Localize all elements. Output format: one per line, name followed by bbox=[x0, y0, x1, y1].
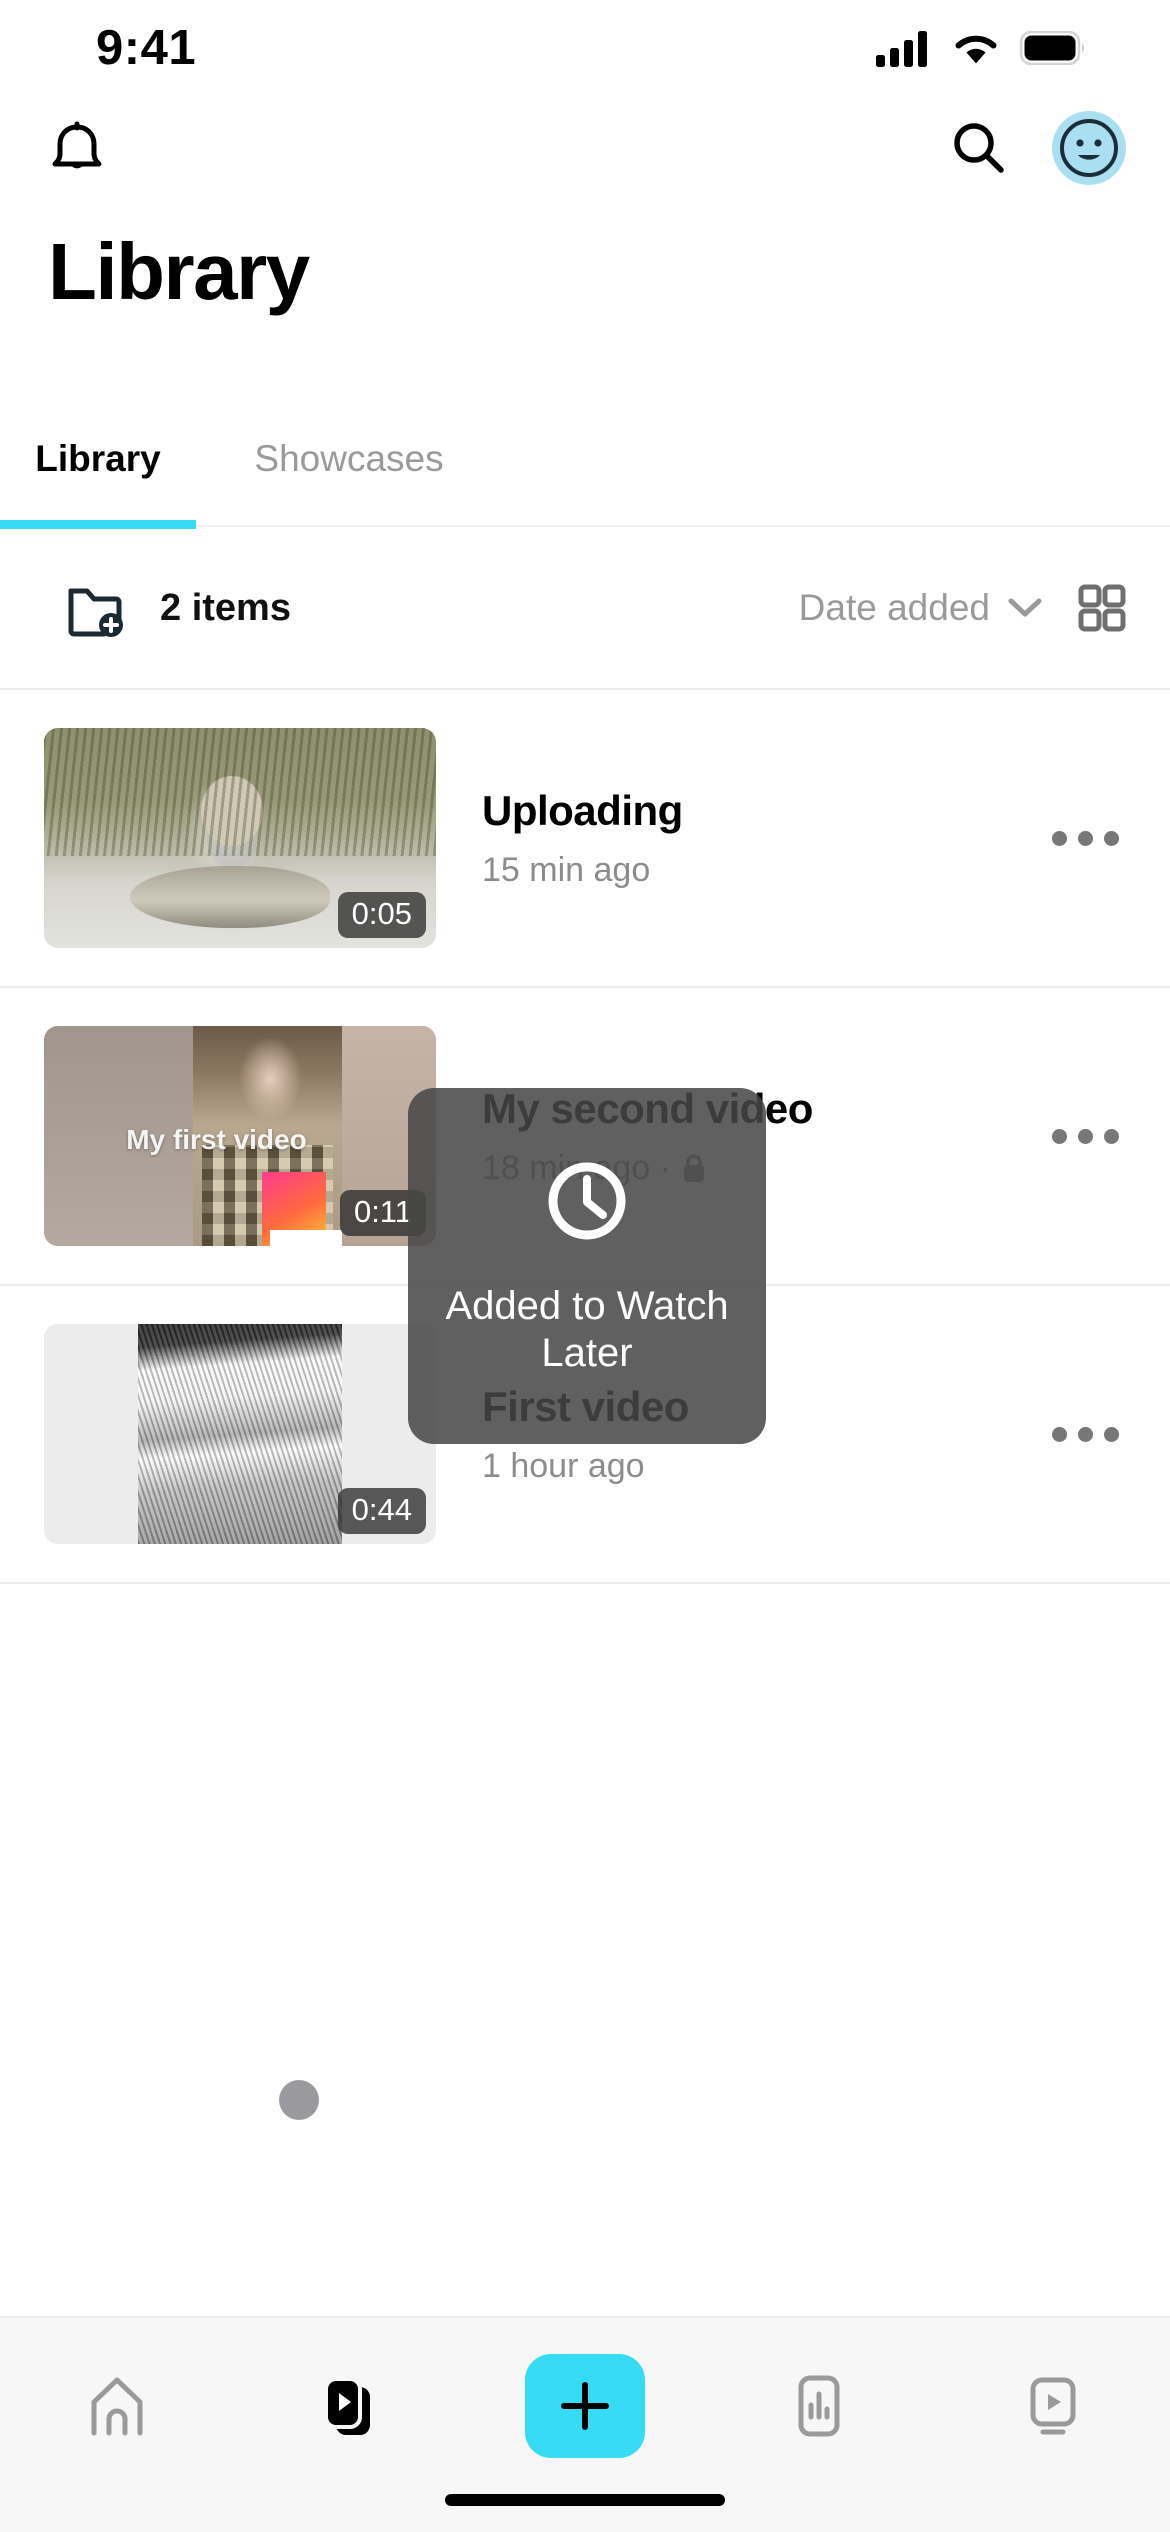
video-timestamp: 1 hour ago bbox=[482, 1446, 645, 1485]
status-bar-time: 9:41 bbox=[96, 21, 197, 75]
table-row[interactable]: 0:05 Uploading 15 min ago bbox=[0, 690, 1170, 988]
video-meta: 15 min ago bbox=[482, 851, 1040, 890]
wifi-icon bbox=[950, 29, 1002, 67]
video-thumbnail[interactable]: 0:05 bbox=[44, 728, 436, 948]
home-icon bbox=[82, 2371, 152, 2441]
page-title: Library bbox=[48, 227, 310, 316]
video-duration: 0:44 bbox=[337, 1488, 426, 1534]
chevron-down-icon bbox=[1008, 597, 1042, 619]
video-duration: 0:05 bbox=[337, 892, 426, 938]
grid-view-icon[interactable] bbox=[1078, 584, 1126, 632]
status-bar: 9:41 bbox=[0, 0, 1170, 96]
bottom-tab-library[interactable] bbox=[266, 2354, 436, 2458]
bottom-navigation-bar bbox=[0, 2316, 1170, 2532]
thumbnail-caption: My first video bbox=[126, 1124, 307, 1156]
video-thumbnail[interactable]: 0:44 bbox=[44, 1324, 436, 1544]
items-count: 2 items bbox=[160, 586, 291, 629]
clock-icon bbox=[541, 1155, 633, 1247]
sort-label: Date added bbox=[798, 587, 990, 628]
video-title: Uploading bbox=[482, 786, 683, 834]
status-bar-indicators bbox=[876, 29, 1086, 67]
app-screen: 9:41 Library Library Showcases 2 items D… bbox=[0, 0, 1170, 2532]
bottom-tab-analytics[interactable] bbox=[734, 2354, 904, 2458]
video-thumbnail[interactable]: My first video 0:11 bbox=[44, 1026, 436, 1246]
bell-icon[interactable] bbox=[48, 117, 106, 179]
top-navigation-bar bbox=[0, 96, 1170, 200]
home-indicator bbox=[445, 2494, 725, 2506]
sort-selector[interactable]: Date added bbox=[799, 587, 1042, 629]
cellular-signal-icon bbox=[876, 29, 932, 67]
more-options-icon[interactable] bbox=[1040, 830, 1130, 846]
bottom-tab-home[interactable] bbox=[32, 2354, 202, 2458]
avatar[interactable] bbox=[1052, 111, 1126, 185]
analytics-icon bbox=[784, 2371, 854, 2441]
video-meta: 1 hour ago bbox=[482, 1447, 1040, 1486]
search-icon[interactable] bbox=[950, 119, 1008, 177]
battery-icon bbox=[1020, 31, 1086, 65]
plus-icon bbox=[559, 2380, 611, 2432]
more-options-icon[interactable] bbox=[1040, 1426, 1130, 1442]
create-button[interactable] bbox=[525, 2354, 645, 2458]
new-folder-icon[interactable] bbox=[64, 577, 130, 639]
filter-bar: 2 items Date added bbox=[0, 528, 1170, 688]
tv-cast-icon bbox=[1018, 2371, 1088, 2441]
tab-showcases[interactable]: Showcases bbox=[196, 420, 502, 524]
tab-bar: Library Showcases bbox=[0, 420, 1170, 524]
more-options-icon[interactable] bbox=[1040, 1128, 1130, 1144]
bottom-tab-tv[interactable] bbox=[968, 2354, 1138, 2458]
toast-watch-later: Added to Watch Later bbox=[408, 1088, 766, 1444]
bottom-tab-create[interactable] bbox=[500, 2354, 670, 2458]
touch-indicator bbox=[279, 2080, 319, 2120]
video-timestamp: 15 min ago bbox=[482, 850, 651, 889]
video-library-icon bbox=[316, 2371, 386, 2441]
tab-library[interactable]: Library bbox=[0, 420, 196, 524]
toast-message: Added to Watch Later bbox=[445, 1283, 729, 1375]
avatar-smiley-icon bbox=[1060, 119, 1118, 177]
